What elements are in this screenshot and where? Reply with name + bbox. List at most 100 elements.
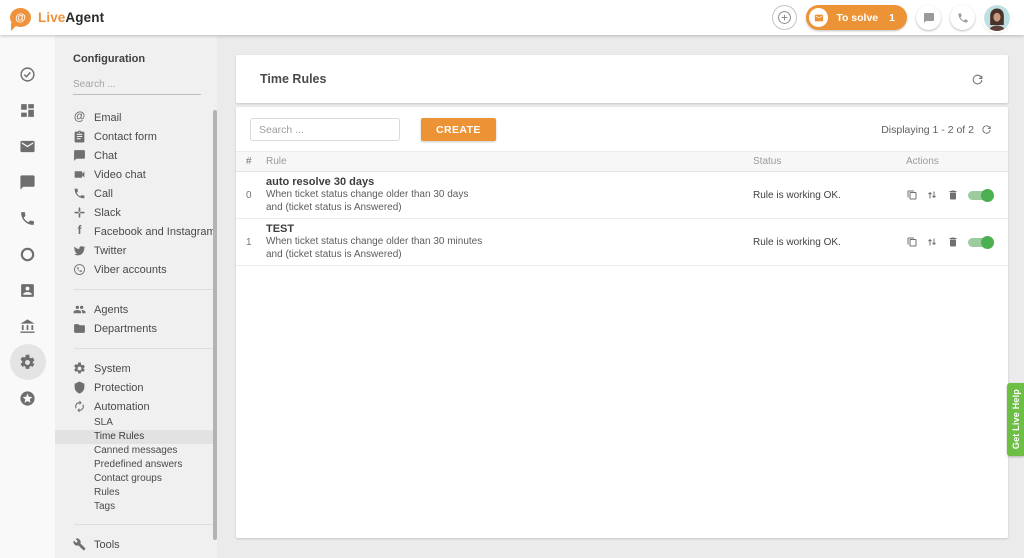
rail-item-tickets[interactable] (10, 128, 46, 164)
phone-icon (19, 210, 36, 227)
bank-icon (19, 318, 36, 335)
item-label: Contact form (94, 131, 157, 143)
column-num: # (246, 156, 262, 167)
rule-condition: and (ticket status is Answered) (266, 249, 753, 262)
autorenew-icon (73, 400, 86, 413)
add-new-button[interactable] (772, 5, 797, 30)
to-solve-button[interactable]: To solve 1 (806, 5, 907, 30)
to-solve-label: To solve (836, 12, 878, 24)
main-content: Time Rules CREATE Displaying 1 - 2 of 2 … (236, 35, 1008, 558)
sidebar-item-chat[interactable]: Chat (55, 146, 217, 165)
mail-icon (19, 138, 36, 155)
create-button[interactable]: CREATE (421, 118, 496, 141)
sidebar-subitem-predefined-answers[interactable]: Predefined answers (55, 458, 217, 472)
rail-item-customers[interactable] (10, 272, 46, 308)
get-live-help-tab[interactable]: Get Live Help (1007, 383, 1024, 456)
brand-agent: Agent (65, 10, 104, 25)
sidebar-item-video-chat[interactable]: Video chat (55, 165, 217, 184)
gear-icon (19, 354, 36, 371)
sidebar-item-tools[interactable]: Tools (55, 535, 217, 554)
rail-item-billing[interactable] (10, 308, 46, 344)
rail-item-online[interactable] (10, 236, 46, 272)
sidebar-item-contact-form[interactable]: Contact form (55, 127, 217, 146)
trash-icon[interactable] (947, 236, 959, 248)
rules-search-input[interactable] (250, 118, 400, 141)
chats-button[interactable] (916, 5, 941, 30)
calls-button[interactable] (950, 5, 975, 30)
rule-cell: auto resolve 30 days When ticket status … (262, 176, 753, 214)
displaying-count: Displaying 1 - 2 of 2 (881, 124, 974, 136)
page-header: Time Rules (236, 55, 1008, 103)
sidebar-item-protection[interactable]: Protection (55, 378, 217, 397)
sidebar-item-twitter[interactable]: Twitter (55, 241, 217, 260)
sidebar-subitem-canned-messages[interactable]: Canned messages (55, 444, 217, 458)
sidebar-channels-group: @Email Contact form Chat Video chat Call… (55, 108, 217, 279)
column-actions: Actions (906, 156, 994, 167)
column-rule: Rule (262, 156, 753, 167)
copy-icon[interactable] (906, 189, 918, 201)
liveagent-logo: @ LiveAgent (10, 8, 104, 27)
list-refresh-button[interactable] (981, 124, 992, 135)
refresh-icon (971, 73, 984, 86)
rules-panel: CREATE Displaying 1 - 2 of 2 # Rule Stat… (236, 107, 1008, 538)
sidebar-item-system[interactable]: System (55, 359, 217, 378)
item-label: Facebook and Instagram (94, 226, 216, 238)
sidebar-subitem-tags[interactable]: Tags (55, 500, 217, 514)
rail-item-tasks[interactable] (10, 56, 46, 92)
rail-item-configuration[interactable] (10, 344, 46, 380)
sidebar-scrollbar[interactable] (213, 110, 217, 540)
trash-icon[interactable] (947, 189, 959, 201)
item-label: Viber accounts (94, 264, 167, 276)
item-label: Tools (94, 539, 120, 551)
divider (74, 348, 214, 349)
topbar-actions: To solve 1 (772, 5, 1010, 31)
wrench-icon (73, 538, 86, 551)
sidebar-subitem-time-rules[interactable]: Time Rules (55, 430, 217, 444)
refresh-button[interactable] (971, 73, 984, 86)
rule-title: TEST (266, 223, 753, 236)
sidebar-subitem-rules[interactable]: Rules (55, 486, 217, 500)
sidebar-item-email[interactable]: @Email (55, 108, 217, 127)
phone-icon (73, 187, 86, 200)
topbar: @ LiveAgent To solve 1 (0, 0, 1024, 35)
copy-icon[interactable] (906, 236, 918, 248)
divider (74, 524, 214, 525)
sidebar-item-slack[interactable]: Slack (55, 203, 217, 222)
move-updown-icon[interactable] (926, 236, 938, 248)
rail-item-calls[interactable] (10, 200, 46, 236)
row-number: 0 (246, 190, 262, 201)
move-updown-icon[interactable] (926, 189, 938, 201)
sidebar-subitem-sla[interactable]: SLA (55, 416, 217, 430)
rail-item-starred[interactable] (10, 380, 46, 416)
row-actions (906, 236, 994, 249)
contact-card-icon (19, 282, 36, 299)
form-icon (73, 130, 86, 143)
get-live-help-label: Get Live Help (1011, 389, 1021, 449)
item-label: Call (94, 188, 113, 200)
sidebar-item-departments[interactable]: Departments (55, 319, 217, 338)
nav-rail (0, 35, 55, 558)
rule-status: Rule is working OK. (753, 237, 906, 248)
item-label: Slack (94, 207, 121, 219)
item-label: Protection (94, 382, 144, 394)
sidebar-item-viber[interactable]: Viber accounts (55, 260, 217, 279)
sidebar-item-call[interactable]: Call (55, 184, 217, 203)
phone-icon (957, 12, 969, 24)
sidebar-item-automation[interactable]: Automation (55, 397, 217, 416)
item-label: System (94, 363, 131, 375)
item-label: Video chat (94, 169, 146, 181)
sidebar-search-input[interactable] (73, 75, 201, 95)
ring-icon (19, 246, 36, 263)
sidebar-item-facebook-instagram[interactable]: fFacebook and Instagram (55, 222, 217, 241)
rule-enabled-toggle[interactable] (967, 189, 994, 202)
toggle-knob (981, 189, 994, 202)
sidebar-subitem-contact-groups[interactable]: Contact groups (55, 472, 217, 486)
row-number: 1 (246, 237, 262, 248)
sidebar-item-agents[interactable]: Agents (55, 300, 217, 319)
rule-enabled-toggle[interactable] (967, 236, 994, 249)
config-sidebar: Configuration @Email Contact form Chat V… (55, 35, 217, 558)
envelope-icon (814, 13, 824, 23)
rail-item-chats[interactable] (10, 164, 46, 200)
avatar[interactable] (984, 5, 1010, 31)
rail-item-dashboard[interactable] (10, 92, 46, 128)
